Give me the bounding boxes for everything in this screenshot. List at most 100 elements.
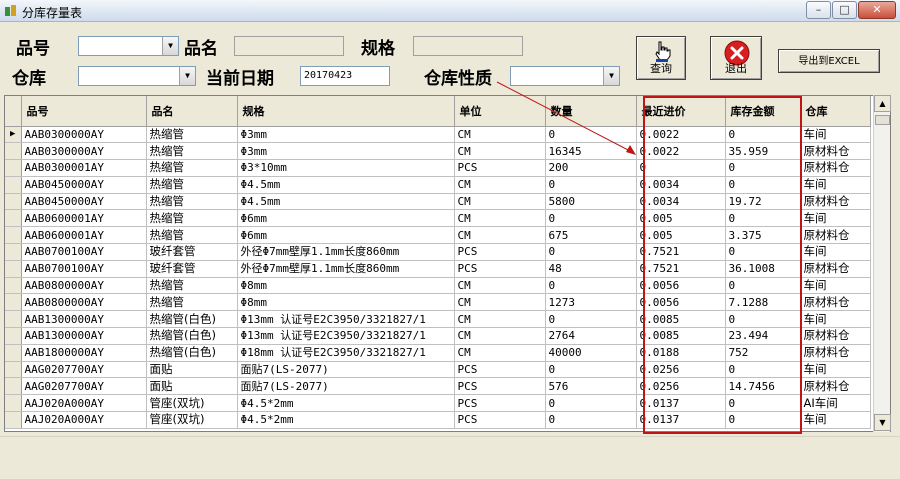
cell-part-no[interactable]: AAB1800000AY [21,344,147,362]
cell-quantity[interactable]: 0 [545,361,637,379]
row-header[interactable] [5,176,22,194]
export-excel-button[interactable]: 导出到EXCEL [778,49,880,73]
cell-name[interactable]: 热缩管 [146,142,238,161]
cell-last-price[interactable]: 0.0056 [636,293,726,312]
cell-name[interactable]: 管座(双坑) [146,394,238,413]
column-header-stock-amount[interactable]: 库存金额 [725,96,801,127]
cell-quantity[interactable]: 0 [545,209,637,228]
cell-part-no[interactable]: AAJ020A000AY [21,411,147,429]
cell-warehouse[interactable]: 车间 [800,411,871,429]
cell-quantity[interactable]: 0 [545,411,637,429]
cell-unit[interactable]: PCS [454,260,546,278]
row-header[interactable] [5,209,22,228]
column-header-part-no[interactable]: 品号 [21,96,147,127]
cell-part-no[interactable]: AAB0800000AY [21,277,147,295]
scroll-down-icon[interactable]: ▼ [874,414,891,431]
cell-name[interactable]: 热缩管 [146,159,238,177]
cell-spec[interactable]: 外径Φ7mm壁厚1.1mm长度860mm [237,260,455,278]
cell-warehouse[interactable]: 原材料仓 [800,327,871,345]
cell-spec[interactable]: Φ3*10mm [237,159,455,177]
row-header[interactable] [5,377,22,396]
cell-last-price[interactable]: 0 [636,159,726,177]
cell-warehouse[interactable]: 原材料仓 [800,344,871,362]
cell-name[interactable]: 面贴 [146,377,238,396]
cell-name[interactable]: 热缩管 [146,277,238,295]
cell-name[interactable]: 玻纤套管 [146,243,238,261]
cell-last-price[interactable]: 0.0137 [636,394,726,413]
cell-last-price[interactable]: 0.005 [636,226,726,245]
cell-part-no[interactable]: AAB1300000AY [21,327,147,345]
cell-last-price[interactable]: 0.0085 [636,310,726,329]
cell-spec[interactable]: Φ13mm 认证号E2C3950/3321827/1 [237,310,455,329]
cell-spec[interactable]: 外径Φ7mm壁厚1.1mm长度860mm [237,243,455,261]
cell-last-price[interactable]: 0.7521 [636,243,726,261]
cell-part-no[interactable]: AAG0207700AY [21,361,147,379]
query-button[interactable]: 查询 [636,36,686,80]
part-no-combo[interactable]: ▼ [78,36,179,56]
cell-unit[interactable]: CM [454,176,546,194]
table-row[interactable]: AAB0600001AY 热缩管 Φ6mm CM 0 0.005 0 车间 [5,209,871,228]
cell-quantity[interactable]: 40000 [545,344,637,362]
table-row[interactable]: AAG0207700AY 面贴 面贴7(LS-2077) PCS 576 0.0256 14… [5,377,871,396]
cell-unit[interactable]: CM [454,142,546,161]
cell-name[interactable]: 热缩管 [146,293,238,312]
cell-unit[interactable]: CM [454,193,546,211]
row-header[interactable] [5,277,22,295]
cell-name[interactable]: 热缩管(白色) [146,327,238,345]
cell-quantity[interactable]: 5800 [545,193,637,211]
cell-last-price[interactable]: 0.0022 [636,142,726,161]
cell-stock-amount[interactable]: 35.959 [725,142,801,161]
cell-quantity[interactable]: 16345 [545,142,637,161]
cell-quantity[interactable]: 0 [545,310,637,329]
table-row[interactable]: AAB0800000AY 热缩管 Φ8mm CM 1273 0.0056 7.1288 原材料… [5,293,871,312]
cell-spec[interactable]: Φ8mm [237,293,455,312]
table-row[interactable]: AAG0207700AY 面贴 面贴7(LS-2077) PCS 0 0.0256 0 车间 [5,361,871,379]
cell-stock-amount[interactable]: 0 [725,209,801,228]
cell-spec[interactable]: Φ6mm [237,209,455,228]
stock-table[interactable]: 品号 品名 规格 单位 数量 最近进价 库存金额 仓库 ▶ AAB0300000A… [4,95,891,432]
cell-last-price[interactable]: 0.0034 [636,193,726,211]
cell-stock-amount[interactable]: 0 [725,277,801,295]
table-row[interactable]: AAB0600001AY 热缩管 Φ6mm CM 675 0.005 3.375 原材料仓 [5,226,871,245]
cell-part-no[interactable]: AAB0300001AY [21,159,147,177]
cell-name[interactable]: 热缩管(白色) [146,344,238,362]
cell-part-no[interactable]: AAB0800000AY [21,293,147,312]
cell-unit[interactable]: CM [454,327,546,345]
table-row[interactable]: ▶ AAB0300000AY 热缩管 Φ3mm CM 0 0.0022 0 车间 [5,126,871,144]
cell-last-price[interactable]: 0.0056 [636,277,726,295]
cell-quantity[interactable]: 0 [545,394,637,413]
row-header[interactable] [5,293,22,312]
cell-last-price[interactable]: 0.005 [636,209,726,228]
cell-stock-amount[interactable]: 14.7456 [725,377,801,396]
cell-spec[interactable]: 面贴7(LS-2077) [237,361,455,379]
cell-unit[interactable]: CM [454,344,546,362]
cell-stock-amount[interactable]: 19.72 [725,193,801,211]
cell-warehouse[interactable]: 原材料仓 [800,142,871,161]
warehouse-combo[interactable]: ▼ [78,66,196,86]
cell-name[interactable]: 玻纤套管 [146,260,238,278]
cell-warehouse[interactable]: 原材料仓 [800,260,871,278]
cell-stock-amount[interactable]: 7.1288 [725,293,801,312]
cell-warehouse[interactable]: 原材料仓 [800,193,871,211]
cell-unit[interactable]: PCS [454,411,546,429]
row-header[interactable] [5,243,22,261]
cell-name[interactable]: 热缩管(白色) [146,310,238,329]
table-row[interactable]: AAB0450000AY 热缩管 Φ4.5mm CM 0 0.0034 0 车间 [5,176,871,194]
cell-stock-amount[interactable]: 23.494 [725,327,801,345]
cell-part-no[interactable]: AAJ020A000AY [21,394,147,413]
cell-quantity[interactable]: 0 [545,126,637,144]
chevron-down-icon[interactable]: ▼ [603,67,619,85]
cell-warehouse[interactable]: 车间 [800,209,871,228]
row-header[interactable] [5,159,22,177]
cell-quantity[interactable]: 48 [545,260,637,278]
maximize-button[interactable]: □ [832,1,857,19]
cell-unit[interactable]: CM [454,293,546,312]
name-field[interactable] [234,36,344,56]
cell-part-no[interactable]: AAB0300000AY [21,142,147,161]
cell-part-no[interactable]: AAB0600001AY [21,226,147,245]
column-header-warehouse[interactable]: 仓库 [800,96,871,127]
cell-warehouse[interactable]: AI车间 [800,394,871,413]
date-field[interactable]: 20170423 [300,66,390,86]
cell-unit[interactable]: CM [454,126,546,144]
row-header[interactable] [5,394,22,413]
